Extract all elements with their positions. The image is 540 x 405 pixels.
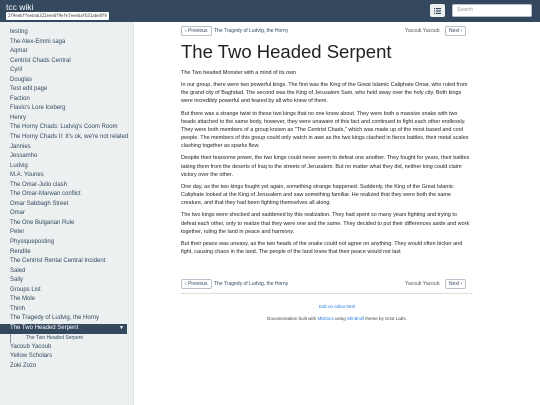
- sidebar-item[interactable]: Faction: [0, 95, 133, 105]
- sidebar-item[interactable]: The Centrist Rental Central Incident: [0, 257, 133, 267]
- sidebar-item[interactable]: The Horny Chads II: It's ok, we're not r…: [0, 133, 133, 143]
- sidebar-item[interactable]: Flavio's Lore Iceberg: [0, 104, 133, 114]
- sidebar-item[interactable]: Jannies: [0, 143, 133, 153]
- sidebar-item[interactable]: Test edit page: [0, 85, 133, 95]
- sidebar-item[interactable]: Henry: [0, 114, 133, 124]
- caret-down-icon: ▼: [119, 324, 124, 331]
- article-body: The Two headed Monster with a mind of it…: [181, 69, 473, 260]
- sidebar-item[interactable]: testing: [0, 28, 133, 38]
- main-content: ‹ Previous The Tragedy of Ludvig, the Ho…: [134, 22, 540, 405]
- sidebar-item[interactable]: The Omar-Marwan conflict: [0, 190, 133, 200]
- top-pager: ‹ Previous The Tragedy of Ludvig, the Ho…: [181, 26, 471, 36]
- sidebar-item-active[interactable]: The Two Headed Serpent ▼: [0, 323, 127, 334]
- sidebar-item[interactable]: Cyril: [0, 66, 133, 76]
- sidebar-item[interactable]: Zoki Zozo: [0, 362, 133, 372]
- divider: [181, 293, 473, 294]
- sidebar-item[interactable]: Aqmar: [0, 47, 133, 57]
- bottom-pager: ‹ Previous The Tragedy of Ludvig, the Ho…: [181, 279, 471, 289]
- sidebar-item[interactable]: Jessamho: [0, 152, 133, 162]
- sidebar-item[interactable]: The Omar-Julio clash: [0, 181, 133, 191]
- menu-button[interactable]: [430, 4, 445, 17]
- search-input[interactable]: Search: [452, 4, 532, 17]
- next-page-link[interactable]: Yacoub Yacoub: [405, 28, 439, 34]
- edit-link[interactable]: Edit on editor.html: [319, 304, 355, 309]
- previous-page-link[interactable]: The Tragedy of Ludvig, the Horny: [214, 281, 288, 287]
- sidebar-item[interactable]: Saled: [0, 267, 133, 277]
- sidebar-item[interactable]: The Mole: [0, 295, 133, 305]
- chevron-right-icon: ›: [459, 281, 463, 287]
- paragraph: But there was a strange twist to these t…: [181, 110, 469, 150]
- sidebar-item[interactable]: M.A. Younes: [0, 171, 133, 181]
- page-title: The Two Headed Serpent: [181, 41, 392, 62]
- sidebar-item[interactable]: Yacoub Yacoub: [0, 343, 133, 353]
- top-bar: tcc wiki 2f9eebffeebab322eee6f9efe7eeeba…: [0, 0, 540, 22]
- mkdocs-link[interactable]: MkDocs: [317, 316, 333, 321]
- sidebar-item[interactable]: The One Bulgarian Rule: [0, 219, 133, 229]
- next-button[interactable]: Next ›: [445, 26, 467, 36]
- sidebar-item[interactable]: Rendite: [0, 248, 133, 258]
- sidebar-item[interactable]: Omar Sabbagh Street: [0, 200, 133, 210]
- theme-link[interactable]: Windmill: [347, 316, 364, 321]
- next-button[interactable]: Next ›: [445, 279, 467, 289]
- paragraph: One day, as the two kings fought yet aga…: [181, 183, 454, 207]
- sidebar-item[interactable]: The Alex-Emmi saga: [0, 38, 133, 48]
- commit-hash: 2f9eebffeebab322eee6f9efe7eeebaf631abe8f…: [6, 12, 109, 20]
- sidebar-item[interactable]: Omar: [0, 209, 133, 219]
- paragraph: In our group, there were two powerful ki…: [181, 82, 468, 105]
- paragraph: Despite their fearsome power, the two ki…: [181, 155, 470, 178]
- edit-link-row: Edit on editor.html: [134, 304, 540, 309]
- previous-button[interactable]: ‹ Previous: [181, 26, 212, 36]
- sidebar-nav: testing The Alex-Emmi saga Aqmar Centrist C…: [0, 22, 134, 405]
- paragraph: The Two headed Monster with a mind of it…: [181, 70, 297, 76]
- sidebar-item[interactable]: Yellow Scholars: [0, 352, 133, 362]
- previous-page-link[interactable]: The Tragedy of Ludvig, the Horny: [214, 28, 288, 34]
- sidebar-item[interactable]: Ludvig: [0, 162, 133, 172]
- previous-button[interactable]: ‹ Previous: [181, 279, 212, 289]
- sidebar-item[interactable]: Douglas: [0, 76, 133, 86]
- paragraph: The two kings were shocked and saddened …: [181, 212, 470, 235]
- sidebar-item[interactable]: Groups List: [0, 286, 133, 296]
- sidebar-item[interactable]: Centrist Chads Central: [0, 57, 133, 67]
- sidebar-item[interactable]: Peter: [0, 228, 133, 238]
- paragraph: But their peace was uneasy, as the two h…: [181, 240, 463, 255]
- chevron-right-icon: ›: [459, 28, 463, 34]
- sidebar-item[interactable]: Thinh: [0, 305, 133, 315]
- next-page-link[interactable]: Yacoub Yacoub: [405, 281, 439, 287]
- footer-credits: Documentation built with MkDocs using Wi…: [267, 316, 407, 321]
- site-title[interactable]: tcc wiki: [6, 2, 33, 12]
- sidebar-item[interactable]: Physiqueposting: [0, 238, 133, 248]
- sidebar-item[interactable]: The Tragedy of Ludvig, the Horny: [0, 314, 133, 324]
- sidebar-item[interactable]: The Horny Chads: Ludvig's Coom Room: [0, 123, 133, 133]
- sidebar-sub-item[interactable]: The Two Headed Serpent: [10, 333, 133, 343]
- hamburger-menu-icon: [434, 7, 441, 14]
- sidebar-item[interactable]: Sally: [0, 276, 133, 286]
